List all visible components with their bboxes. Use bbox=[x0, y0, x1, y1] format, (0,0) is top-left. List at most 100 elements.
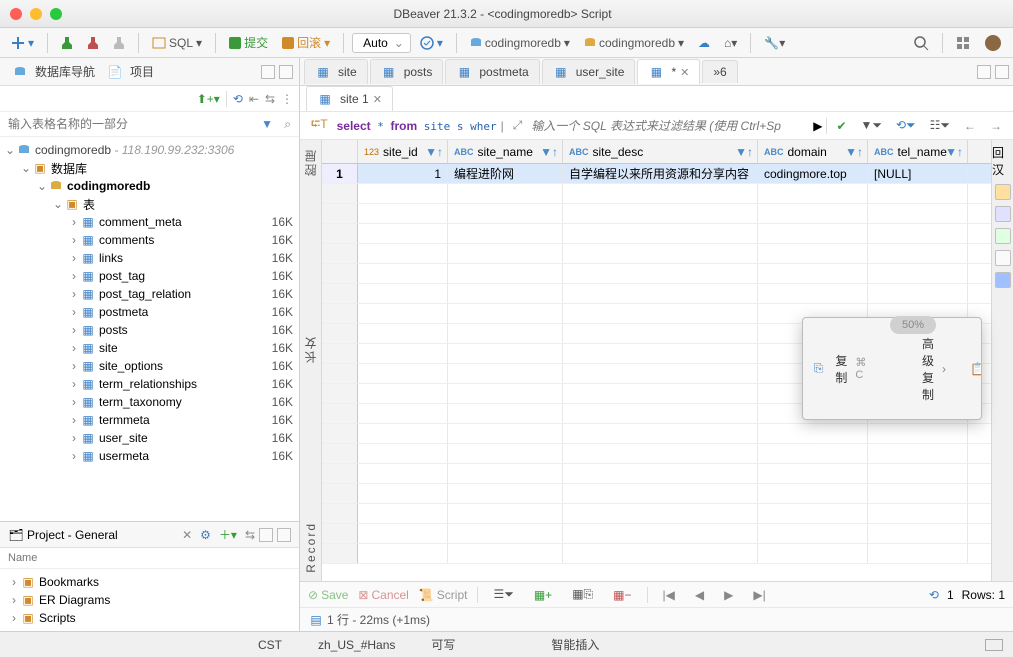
filter-expression-input[interactable] bbox=[531, 119, 809, 133]
panel-toggle-3[interactable] bbox=[995, 228, 1011, 244]
add-icon[interactable]: ＋▾ bbox=[215, 526, 241, 543]
editor-tab[interactable]: ▦*✕ bbox=[637, 59, 700, 84]
tree-table-site[interactable]: ›▦site16K bbox=[0, 339, 299, 357]
prev-page-icon[interactable]: ◀ bbox=[690, 586, 709, 604]
tree-table-links[interactable]: ›▦links16K bbox=[0, 249, 299, 267]
gutter-label-top[interactable]: 腔屉 bbox=[302, 148, 319, 176]
tree-table-posts[interactable]: ›▦posts16K bbox=[0, 321, 299, 339]
sql-editor-button[interactable]: SQL▾ bbox=[147, 34, 207, 52]
tx-button[interactable]: ▾ bbox=[415, 34, 448, 52]
close-window[interactable] bbox=[10, 8, 22, 20]
datasource-select-2[interactable]: codingmoredb ▾ bbox=[579, 34, 689, 52]
filter-next-icon[interactable]: → bbox=[985, 117, 1007, 135]
commit-button[interactable]: 提交 bbox=[224, 32, 273, 53]
del-row-icon[interactable]: ▦− bbox=[608, 586, 636, 604]
refresh-results-icon[interactable]: ⟲ bbox=[929, 588, 939, 602]
link-editor-icon[interactable]: ⇆ bbox=[265, 92, 275, 106]
filter-icon[interactable]: ▼↑ bbox=[845, 145, 863, 159]
maximize-window[interactable] bbox=[50, 8, 62, 20]
save-button[interactable]: ⊘ Save bbox=[308, 588, 348, 602]
editor-tab[interactable]: ▦posts bbox=[370, 59, 444, 84]
home-button[interactable]: ⌂▾ bbox=[719, 34, 742, 52]
tree-table-post_tag[interactable]: ›▦post_tag16K bbox=[0, 267, 299, 285]
datasource-select-1[interactable]: codingmoredb ▾ bbox=[465, 34, 575, 52]
execute-icon[interactable]: ⮓T bbox=[306, 113, 333, 138]
expand-sql-icon[interactable]: ⤢ bbox=[508, 116, 528, 135]
column-header[interactable]: ABCtel_name▼↑ bbox=[868, 140, 968, 163]
tree-table-post_tag_relation[interactable]: ›▦post_tag_relation16K bbox=[0, 285, 299, 303]
close-tab-icon[interactable]: ✕ bbox=[680, 66, 689, 79]
table-row[interactable]: 1 1 编程进阶网 自学编程以来所用资源和分享内容 codingmore.top… bbox=[322, 164, 991, 184]
gutter-label-record[interactable]: Record bbox=[304, 522, 318, 573]
tree-table-comments[interactable]: ›▦comments16K bbox=[0, 231, 299, 249]
close-tab-icon[interactable]: ✕ bbox=[373, 93, 382, 106]
filter-icon[interactable]: ▼↑ bbox=[425, 145, 443, 159]
column-header[interactable]: ABCsite_name▼↑ bbox=[448, 140, 563, 163]
panel-toggle-2[interactable] bbox=[995, 206, 1011, 222]
last-page-icon[interactable]: ▶| bbox=[748, 586, 770, 604]
search-icon[interactable] bbox=[908, 33, 934, 53]
maximize-panel-icon[interactable] bbox=[279, 65, 293, 79]
more-tabs-button[interactable]: »6 bbox=[702, 60, 737, 83]
result-tab[interactable]: ▦ site 1 ✕ bbox=[306, 86, 393, 111]
tab-projects[interactable]: 📄 项目 bbox=[101, 60, 160, 83]
panel-toggle-4[interactable] bbox=[995, 250, 1011, 266]
tree-table-usermeta[interactable]: ›▦usermeta16K bbox=[0, 447, 299, 465]
add-row-icon[interactable]: ▦+ bbox=[529, 586, 557, 604]
panel-toggle-5[interactable] bbox=[995, 272, 1011, 288]
search-toolbar-button[interactable]: 🔧▾ bbox=[759, 34, 790, 52]
funnel-icon[interactable]: ▼ bbox=[261, 117, 273, 131]
invalidate-button[interactable] bbox=[108, 34, 130, 52]
first-page-icon[interactable]: |◀ bbox=[658, 586, 680, 604]
script-button[interactable]: 📜 Script bbox=[419, 588, 468, 602]
editor-tab[interactable]: ▦site bbox=[304, 59, 368, 84]
refresh-tree-icon[interactable]: ⟲ bbox=[233, 92, 243, 106]
editor-tab[interactable]: ▦postmeta bbox=[445, 59, 539, 84]
menu-item[interactable]: ⎘复制⌘ C bbox=[803, 322, 885, 415]
cancel-button[interactable]: ⊠ Cancel bbox=[358, 588, 408, 602]
cloud-button[interactable]: ☁ bbox=[693, 34, 715, 52]
tree-table-postmeta[interactable]: ›▦postmeta16K bbox=[0, 303, 299, 321]
project-item-bookmarks[interactable]: ›▣Bookmarks bbox=[0, 573, 299, 591]
column-header[interactable]: 123site_id▼↑ bbox=[358, 140, 448, 163]
project-item-er-diagrams[interactable]: ›▣ER Diagrams bbox=[0, 591, 299, 609]
config-icon[interactable]: ⚙ bbox=[196, 528, 215, 542]
filter-tree-icon[interactable]: ⋮ bbox=[281, 92, 293, 106]
rollback-button[interactable]: 回滚▾ bbox=[277, 32, 335, 53]
project-item-scripts[interactable]: ›▣Scripts bbox=[0, 609, 299, 627]
filter-settings-icon[interactable]: ⟲⏷ bbox=[891, 116, 921, 135]
apply-filter-icon[interactable]: ✔ bbox=[831, 117, 851, 135]
filter-icon[interactable]: ▼↑ bbox=[540, 145, 558, 159]
tree-table-user_site[interactable]: ›▦user_site16K bbox=[0, 429, 299, 447]
tree-table-termmeta[interactable]: ›▦termmeta16K bbox=[0, 411, 299, 429]
minimize-panel-icon[interactable] bbox=[259, 528, 273, 542]
menu-item[interactable]: 📋粘贴⌘ V bbox=[960, 322, 982, 415]
gutter-label-right[interactable]: 回汉 bbox=[992, 144, 1013, 178]
filter-history-icon[interactable]: ▼⏷ bbox=[856, 116, 887, 135]
filter-save-icon[interactable]: ☷⏷ bbox=[925, 116, 955, 135]
filter-prev-icon[interactable]: ← bbox=[959, 117, 981, 135]
disconnect-button[interactable] bbox=[82, 34, 104, 52]
perspective-icon[interactable] bbox=[951, 34, 975, 52]
column-header[interactable]: ABCsite_desc▼↑ bbox=[563, 140, 758, 163]
link-icon[interactable]: ⇆ bbox=[241, 528, 259, 542]
collapse-tree-icon[interactable]: ⇤ bbox=[249, 92, 259, 106]
edit-mode-icon[interactable]: ☰⏷ bbox=[488, 585, 518, 604]
max-editor-icon[interactable] bbox=[995, 65, 1009, 79]
minimize-panel-icon[interactable] bbox=[261, 65, 275, 79]
tab-db-navigator[interactable]: 数据库导航 bbox=[6, 60, 101, 83]
menu-item[interactable]: 高级复制› bbox=[885, 322, 960, 415]
tree-table-term_relationships[interactable]: ›▦term_relationships16K bbox=[0, 375, 299, 393]
column-header[interactable]: ABCdomain▼↑ bbox=[758, 140, 868, 163]
minimize-window[interactable] bbox=[30, 8, 42, 20]
gutter-label-mid[interactable]: 长女 bbox=[302, 335, 319, 363]
dup-row-icon[interactable]: ▦⎘ bbox=[567, 585, 598, 604]
tree-table-term_taxonomy[interactable]: ›▦term_taxonomy16K bbox=[0, 393, 299, 411]
next-page-icon[interactable]: ▶ bbox=[719, 586, 738, 604]
editor-tab[interactable]: ▦user_site bbox=[542, 59, 636, 84]
min-editor-icon[interactable] bbox=[977, 65, 991, 79]
tree-table-comment_meta[interactable]: ›▦comment_meta16K bbox=[0, 213, 299, 231]
database-tree[interactable]: ⌄ codingmoredb - 118.190.99.232:3306 ⌄ ▣… bbox=[0, 137, 299, 521]
commit-mode-select[interactable]: Auto ⌄ bbox=[352, 33, 411, 53]
context-menu[interactable]: ⎘复制⌘ C高级复制›📋粘贴⌘ V高级粘贴⌃⇧ V▽FilterF11›↕Ord… bbox=[802, 317, 982, 420]
